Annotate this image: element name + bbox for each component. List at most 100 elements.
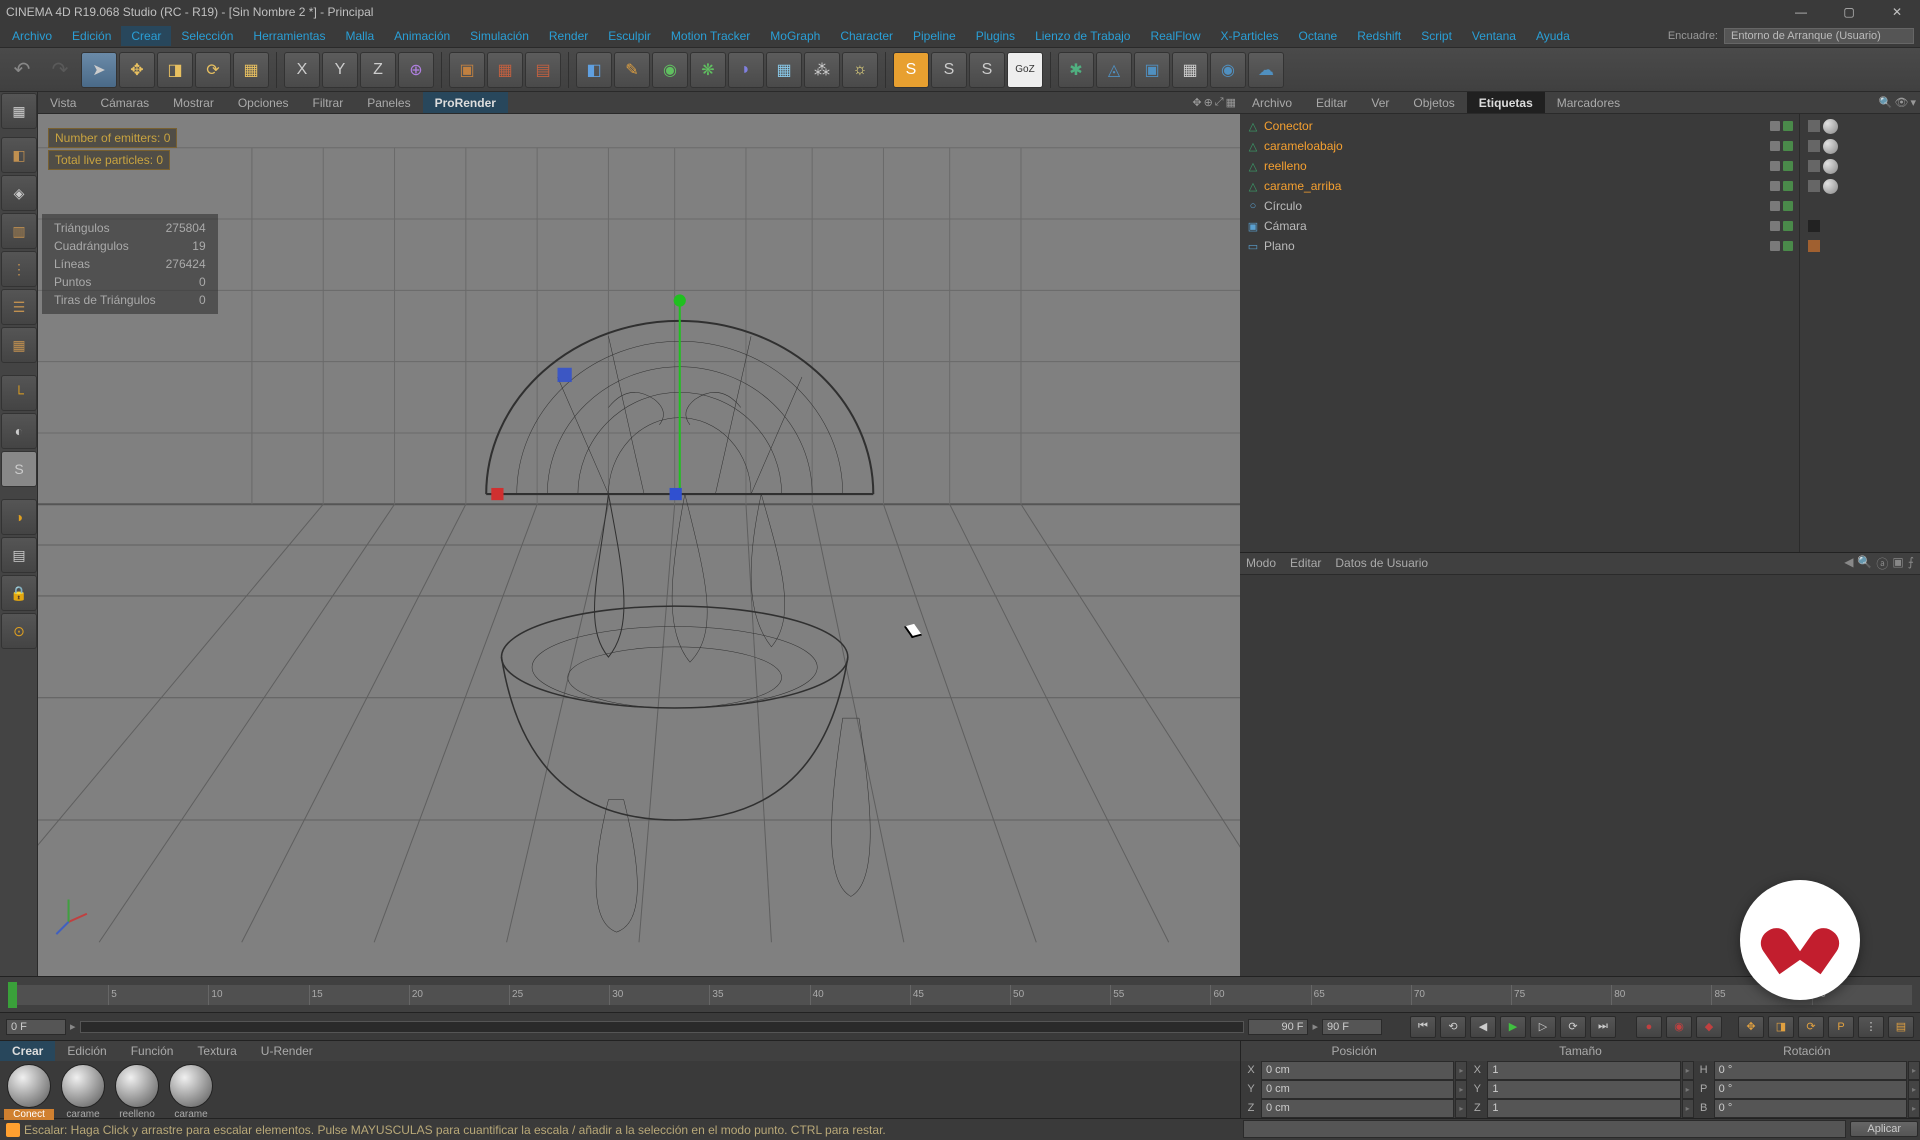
viewport[interactable]: Number of emitters: 0 Total live particl… xyxy=(38,114,1240,976)
rp-search-icon[interactable]: 🔍 xyxy=(1879,96,1893,109)
material-slots[interactable]: Conectcaramereellenocarame xyxy=(0,1061,1240,1123)
tag-column[interactable] xyxy=(1800,114,1920,552)
rp-eye-icon[interactable]: 👁 xyxy=(1895,96,1909,109)
material-carame[interactable]: carame xyxy=(165,1064,217,1120)
menu-selección[interactable]: Selección xyxy=(171,26,243,46)
timeline[interactable]: 051015202530354045505560657075808590 xyxy=(0,976,1920,1012)
scale-tool[interactable]: ◨ xyxy=(157,52,193,88)
viewport-solo[interactable]: ◐ xyxy=(1,413,37,449)
rp-tab-etiquetas[interactable]: Etiquetas xyxy=(1467,92,1545,113)
tags-círculo[interactable] xyxy=(1802,196,1918,216)
vp-ctrl-4[interactable]: ▦ xyxy=(1226,96,1236,109)
render-pv[interactable]: ▦ xyxy=(487,52,523,88)
edge-mode[interactable]: ☰ xyxy=(1,289,37,325)
step-back[interactable]: ◀ xyxy=(1470,1016,1496,1038)
minimize-button[interactable]: — xyxy=(1778,0,1824,24)
menu-ayuda[interactable]: Ayuda xyxy=(1526,26,1580,46)
attr-a-icon[interactable]: ⓐ xyxy=(1876,555,1888,572)
xp-tool-6[interactable]: ☁ xyxy=(1248,52,1284,88)
rp-tab-editar[interactable]: Editar xyxy=(1304,92,1359,113)
axis-x[interactable]: X xyxy=(284,52,320,88)
play[interactable]: ▶ xyxy=(1500,1016,1526,1038)
object-conector[interactable]: △Conector xyxy=(1242,116,1797,136)
workplane-lock[interactable]: ▤ xyxy=(1,537,37,573)
substance-s2[interactable]: S xyxy=(931,52,967,88)
substance-s3[interactable]: S xyxy=(969,52,1005,88)
go-start[interactable]: ⏮ xyxy=(1410,1016,1436,1038)
menu-archivo[interactable]: Archivo xyxy=(2,26,62,46)
make-editable[interactable]: ▦ xyxy=(1,93,37,129)
attr-nav-back[interactable]: ◀ xyxy=(1844,555,1853,572)
attr-tab-modo[interactable]: Modo xyxy=(1246,556,1276,570)
mat-tab-u-render[interactable]: U-Render xyxy=(249,1041,325,1061)
apply-button[interactable]: Aplicar xyxy=(1850,1121,1918,1137)
menu-edición[interactable]: Edición xyxy=(62,26,121,46)
step-fwd[interactable]: ▷ xyxy=(1530,1016,1556,1038)
render-view[interactable]: ▣ xyxy=(449,52,485,88)
menu-lienzo de trabajo[interactable]: Lienzo de Trabajo xyxy=(1025,26,1140,46)
menu-script[interactable]: Script xyxy=(1411,26,1462,46)
rp-filter-icon[interactable]: ▾ xyxy=(1910,96,1916,109)
menu-octane[interactable]: Octane xyxy=(1289,26,1348,46)
xp-tool-3[interactable]: ▣ xyxy=(1134,52,1170,88)
deformer-tool[interactable]: ◗ xyxy=(728,52,764,88)
mat-tab-función[interactable]: Función xyxy=(119,1041,186,1061)
menu-x-particles[interactable]: X-Particles xyxy=(1210,26,1288,46)
goz-button[interactable]: GoZ xyxy=(1007,52,1043,88)
key-scale[interactable]: ◨ xyxy=(1768,1016,1794,1038)
menu-ventana[interactable]: Ventana xyxy=(1462,26,1526,46)
vp-ctrl-3[interactable]: ⤢ xyxy=(1215,96,1224,109)
point-mode[interactable]: ⋮ xyxy=(1,251,37,287)
generator-tool[interactable]: ❋ xyxy=(690,52,726,88)
material-carame[interactable]: carame xyxy=(57,1064,109,1120)
attr-b-icon[interactable]: ▣ xyxy=(1892,555,1903,572)
tags-carameloabajo[interactable] xyxy=(1802,136,1918,156)
texture-mode[interactable]: ◈ xyxy=(1,175,37,211)
tags-plano[interactable] xyxy=(1802,236,1918,256)
snap-settings[interactable]: ⊙ xyxy=(1,613,37,649)
live-select-tool[interactable]: ➤ xyxy=(81,52,117,88)
attr-tab-datos de usuario[interactable]: Datos de Usuario xyxy=(1335,556,1428,570)
tags-conector[interactable] xyxy=(1802,116,1918,136)
light-tool[interactable]: ☼ xyxy=(842,52,878,88)
autokey[interactable]: ◉ xyxy=(1666,1016,1692,1038)
key-pos[interactable]: ✥ xyxy=(1738,1016,1764,1038)
undo-button[interactable]: ↶ xyxy=(4,52,40,88)
key-p[interactable]: P xyxy=(1828,1016,1854,1038)
go-end[interactable]: ⏭ xyxy=(1590,1016,1616,1038)
move-tool[interactable]: ✥ xyxy=(119,52,155,88)
material-Conect[interactable]: Conect xyxy=(3,1064,55,1120)
vp-tab-prorender[interactable]: ProRender xyxy=(423,92,508,113)
rp-tab-archivo[interactable]: Archivo xyxy=(1240,92,1304,113)
locked-icon[interactable]: 🔒 xyxy=(1,575,37,611)
attr-search-icon[interactable]: 🔍 xyxy=(1857,555,1872,572)
menu-mograph[interactable]: MoGraph xyxy=(760,26,830,46)
xp-tool-4[interactable]: ▦ xyxy=(1172,52,1208,88)
tags-carame_arriba[interactable] xyxy=(1802,176,1918,196)
mat-tab-edición[interactable]: Edición xyxy=(55,1041,118,1061)
menu-simulación[interactable]: Simulación xyxy=(460,26,539,46)
pen-tool[interactable]: ✎ xyxy=(614,52,650,88)
environment-tool[interactable]: ▦ xyxy=(766,52,802,88)
substance-s1[interactable]: S xyxy=(893,52,929,88)
object-plano[interactable]: ▭Plano xyxy=(1242,236,1797,256)
menu-plugins[interactable]: Plugins xyxy=(966,26,1025,46)
vp-tab-paneles[interactable]: Paneles xyxy=(355,92,422,113)
range-end[interactable] xyxy=(1248,1019,1308,1035)
range-start[interactable] xyxy=(6,1019,66,1035)
axis-z[interactable]: Z xyxy=(360,52,396,88)
material-reelleno[interactable]: reelleno xyxy=(111,1064,163,1120)
close-button[interactable]: ✕ xyxy=(1874,0,1920,24)
record[interactable]: ● xyxy=(1636,1016,1662,1038)
loop-fwd[interactable]: ⟳ xyxy=(1560,1016,1586,1038)
vp-ctrl-2[interactable]: ⊕ xyxy=(1204,96,1213,109)
menu-realflow[interactable]: RealFlow xyxy=(1140,26,1210,46)
nurbs-tool[interactable]: ◉ xyxy=(652,52,688,88)
key-anim[interactable]: ▤ xyxy=(1888,1016,1914,1038)
menu-motion tracker[interactable]: Motion Tracker xyxy=(661,26,760,46)
object-tree[interactable]: △Conector△carameloabajo△reelleno△carame_… xyxy=(1240,114,1800,552)
rp-tab-marcadores[interactable]: Marcadores xyxy=(1545,92,1632,113)
snap-toggle[interactable]: ◑ xyxy=(1,499,37,535)
loop[interactable]: ⟲ xyxy=(1440,1016,1466,1038)
key-opts[interactable]: ⋮ xyxy=(1858,1016,1884,1038)
